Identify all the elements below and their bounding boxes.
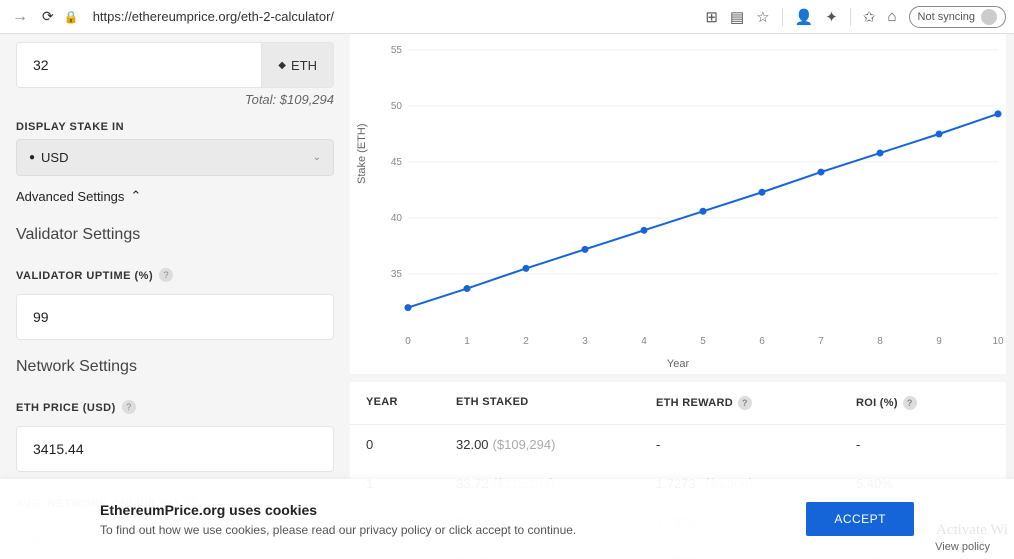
stake-unit-label: ETH [291,58,317,73]
network-settings-title: Network Settings [16,358,334,376]
eth-price-input[interactable]: 3415.44 [16,426,334,472]
accept-button[interactable]: ACCEPT [806,502,914,536]
address-bar[interactable]: https://ethereumprice.org/eth-2-calculat… [93,9,334,24]
svg-text:2: 2 [523,336,529,347]
avatar-icon [981,9,997,25]
sync-label: Not syncing [918,11,975,23]
svg-text:7: 7 [818,336,824,347]
help-icon[interactable]: ? [159,268,173,282]
usd-flag-icon: ● [29,152,35,163]
currency-select[interactable]: ● USD ⌄ [16,139,334,176]
eth-diamond-icon: ◆ [278,60,286,71]
eth-price-label: ETH PRICE (USD) [16,402,116,414]
svg-text:5: 5 [700,336,706,347]
svg-text:35: 35 [391,269,403,280]
display-stake-label: DISPLAY STAKE IN [16,121,334,133]
collections-icon[interactable]: ⌂ [887,8,896,25]
reload-icon[interactable]: ⟳ [42,8,54,25]
chevron-down-icon: ⌄ [313,152,321,163]
svg-text:50: 50 [391,101,403,112]
table-row: 032.00($109,294)-- [350,425,1006,464]
th-roi: ROI (%) ? [856,396,966,410]
chevron-up-icon: ⌃ [130,188,141,204]
cookie-banner: EthereumPrice.org uses cookies To find o… [0,479,1014,559]
svg-text:4: 4 [641,336,647,347]
svg-text:10: 10 [992,336,1004,347]
star-plus-icon[interactable]: ✩ [863,8,876,26]
help-icon[interactable]: ? [903,396,917,410]
th-year: YEAR [366,396,456,410]
browser-toolbar: → ⟳ 🔒 https://ethereumprice.org/eth-2-ca… [0,0,1014,34]
svg-text:0: 0 [405,336,411,347]
th-reward: ETH REWARD ? [656,396,856,410]
svg-text:9: 9 [936,336,942,347]
stake-input[interactable]: 32 [16,42,262,88]
favorite-icon[interactable]: ☆ [756,8,769,26]
svg-text:6: 6 [759,336,765,347]
svg-text:3: 3 [582,336,588,347]
uptime-input[interactable]: 99 [16,294,334,340]
currency-value: USD [41,150,68,165]
puzzle-icon[interactable]: ✦ [825,8,838,26]
cookie-title: EthereumPrice.org uses cookies [100,502,806,518]
chart-y-axis-label: Stake (ETH) [356,123,368,184]
sync-status[interactable]: Not syncing [909,6,1006,28]
th-staked: ETH STAKED [456,396,656,410]
advanced-settings-toggle[interactable]: Advanced Settings ⌃ [16,188,334,204]
stake-total: Total: $109,294 [16,92,334,107]
stake-unit[interactable]: ◆ ETH [262,42,334,88]
svg-text:40: 40 [391,213,403,224]
app-icon[interactable]: ⊞ [705,8,718,26]
lock-icon[interactable]: 🔒 [64,10,79,24]
advanced-label: Advanced Settings [16,189,124,204]
chart-x-axis-label: Year [667,358,689,370]
svg-text:55: 55 [391,45,403,56]
forward-arrow-icon[interactable]: → [8,6,32,28]
svg-text:45: 45 [391,157,403,168]
extension-icon[interactable]: 👤 [795,8,814,26]
uptime-label: VALIDATOR UPTIME (%) [16,270,153,282]
view-policy-link[interactable]: View policy [935,541,990,553]
help-icon[interactable]: ? [738,396,752,410]
svg-text:8: 8 [877,336,883,347]
reader-icon[interactable]: ▤ [730,8,744,26]
svg-text:1: 1 [464,336,470,347]
cookie-subtitle: To find out how we use cookies, please r… [100,523,806,537]
help-icon[interactable]: ? [122,400,136,414]
stake-chart: Stake (ETH) 3540455055012345678910 Year [350,34,1006,374]
validator-settings-title: Validator Settings [16,226,334,244]
toolbar-icons: ⊞ ▤ ☆ 👤 ✦ ✩ ⌂ Not syncing [705,6,1006,28]
